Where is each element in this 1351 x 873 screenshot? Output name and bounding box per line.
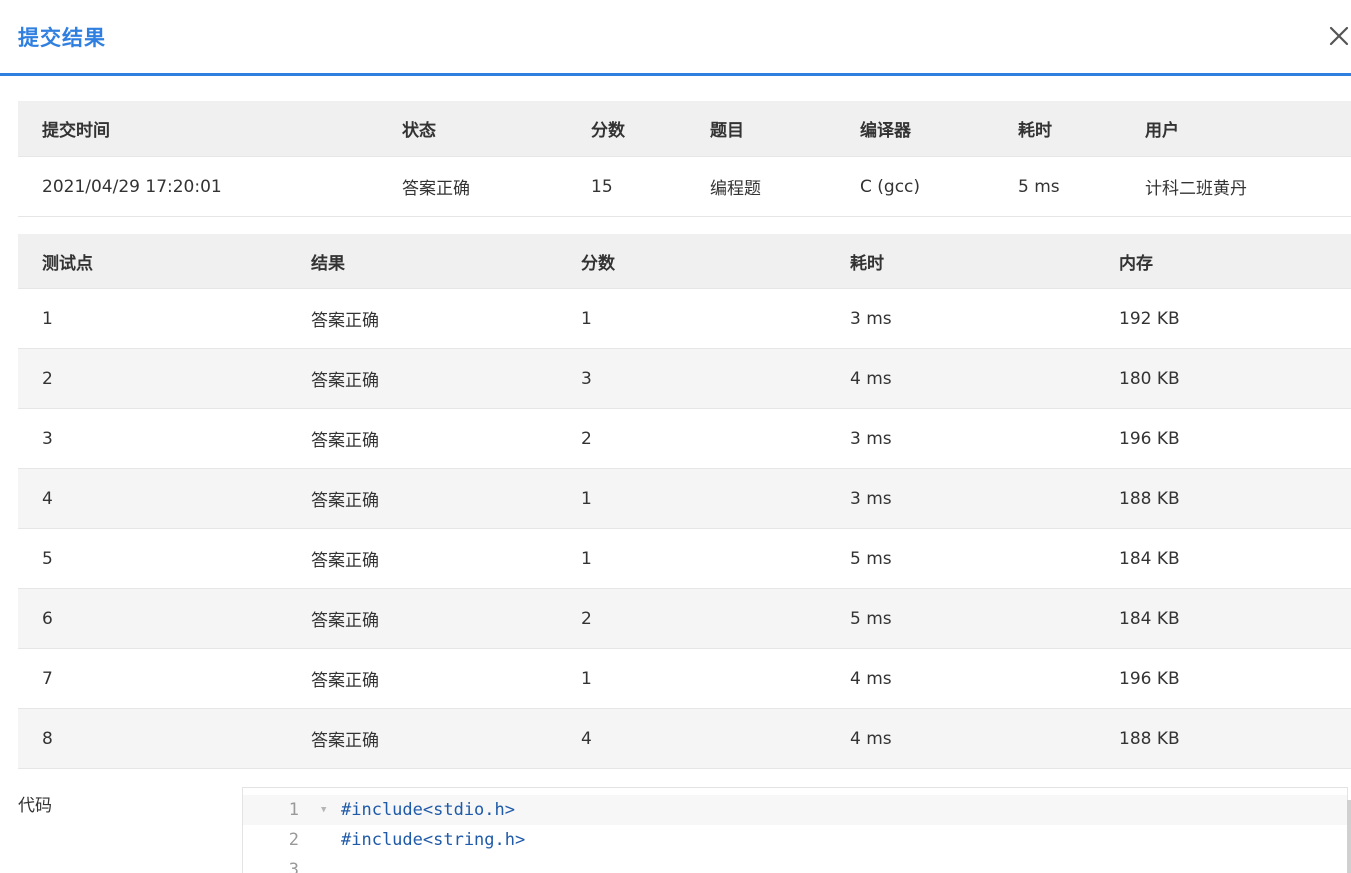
table-row: 4 答案正确 1 3 ms 188 KB <box>18 468 1351 529</box>
test-point-id: 2 <box>18 348 287 409</box>
test-time: 4 ms <box>826 648 1095 709</box>
test-result: 答案正确 <box>287 648 557 709</box>
test-score: 1 <box>557 468 826 529</box>
test-case-table: 测试点 结果 分数 耗时 内存 1 答案正确 1 3 ms 192 KB 2 答… <box>18 234 1351 769</box>
summary-header-row: 提交时间 状态 分数 题目 编译器 耗时 用户 <box>18 101 1351 157</box>
test-memory: 188 KB <box>1095 468 1351 529</box>
fold-arrow-icon[interactable]: ▼ <box>321 795 326 825</box>
test-result: 答案正确 <box>287 348 557 409</box>
test-memory: 184 KB <box>1095 588 1351 649</box>
test-time: 4 ms <box>826 348 1095 409</box>
table-row: 2 答案正确 3 4 ms 180 KB <box>18 348 1351 409</box>
test-result: 答案正确 <box>287 288 557 349</box>
table-row: 3 答案正确 2 3 ms 196 KB <box>18 408 1351 469</box>
test-point-id: 5 <box>18 528 287 589</box>
code-label: 代码 <box>18 796 52 816</box>
table-row: 1 答案正确 1 3 ms 192 KB <box>18 288 1351 349</box>
table-row: 5 答案正确 1 5 ms 184 KB <box>18 528 1351 589</box>
col-header-problem: 题目 <box>686 101 836 157</box>
col-header-memory: 内存 <box>1095 234 1351 289</box>
test-score: 2 <box>557 408 826 469</box>
code-line[interactable]: 1 ▼ #include<stdio.h> <box>243 795 1347 825</box>
test-memory: 192 KB <box>1095 288 1351 349</box>
test-memory: 184 KB <box>1095 528 1351 589</box>
col-header-status: 状态 <box>378 101 567 157</box>
line-number: 1 <box>288 800 299 820</box>
line-number: 3 <box>288 860 299 873</box>
code-text: #include<stdio.h> <box>341 800 515 820</box>
col-header-result: 结果 <box>287 234 557 289</box>
dialog-header: 提交结果 <box>0 0 1351 76</box>
table-row: 6 答案正确 2 5 ms 184 KB <box>18 588 1351 649</box>
dialog-title: 提交结果 <box>18 26 106 50</box>
test-time: 3 ms <box>826 468 1095 529</box>
test-score: 2 <box>557 588 826 649</box>
test-score: 1 <box>557 648 826 709</box>
submission-duration: 5 ms <box>994 156 1121 217</box>
summary-row: 2021/04/29 17:20:01 答案正确 15 编程题 C (gcc) … <box>18 156 1351 217</box>
col-header-compiler: 编译器 <box>836 101 994 157</box>
submission-summary-table: 提交时间 状态 分数 题目 编译器 耗时 用户 2021/04/29 17:20… <box>18 101 1351 217</box>
test-point-id: 8 <box>18 708 287 769</box>
col-header-case-time: 耗时 <box>826 234 1095 289</box>
test-result: 答案正确 <box>287 588 557 649</box>
test-time: 3 ms <box>826 408 1095 469</box>
code-line[interactable]: 3 <box>243 855 1347 873</box>
table-row: 7 答案正确 1 4 ms 196 KB <box>18 648 1351 709</box>
cases-header-row: 测试点 结果 分数 耗时 内存 <box>18 234 1351 289</box>
test-result: 答案正确 <box>287 468 557 529</box>
test-score: 1 <box>557 528 826 589</box>
code-editor[interactable]: 1 ▼ #include<stdio.h> 2 #include<string.… <box>242 787 1348 873</box>
col-header-submit-time: 提交时间 <box>18 101 378 157</box>
compiler: C (gcc) <box>836 156 994 217</box>
test-point-id: 7 <box>18 648 287 709</box>
submission-score: 15 <box>567 156 686 217</box>
submission-status: 答案正确 <box>378 156 567 217</box>
test-result: 答案正确 <box>287 528 557 589</box>
close-button[interactable] <box>1327 24 1351 48</box>
code-line[interactable]: 2 #include<string.h> <box>243 825 1347 855</box>
test-result: 答案正确 <box>287 408 557 469</box>
test-memory: 196 KB <box>1095 648 1351 709</box>
test-time: 4 ms <box>826 708 1095 769</box>
problem-type: 编程题 <box>686 156 836 217</box>
test-time: 3 ms <box>826 288 1095 349</box>
col-header-score: 分数 <box>567 101 686 157</box>
submission-user: 计科二班黄丹 <box>1121 156 1351 217</box>
submission-result-dialog: 提交结果 提交时间 状态 分数 题目 编译器 耗时 用户 2021/04/29 … <box>0 0 1351 873</box>
test-result: 答案正确 <box>287 708 557 769</box>
close-icon <box>1329 26 1349 46</box>
test-point-id: 1 <box>18 288 287 349</box>
test-point-id: 6 <box>18 588 287 649</box>
table-row: 8 答案正确 4 4 ms 188 KB <box>18 708 1351 769</box>
test-point-id: 3 <box>18 408 287 469</box>
submit-time: 2021/04/29 17:20:01 <box>18 156 378 217</box>
test-score: 3 <box>557 348 826 409</box>
test-point-id: 4 <box>18 468 287 529</box>
test-score: 4 <box>557 708 826 769</box>
col-header-duration: 耗时 <box>994 101 1121 157</box>
test-time: 5 ms <box>826 528 1095 589</box>
col-header-case-score: 分数 <box>557 234 826 289</box>
test-memory: 188 KB <box>1095 708 1351 769</box>
col-header-test-point: 测试点 <box>18 234 287 289</box>
scrollbar-thumb[interactable] <box>1347 800 1351 873</box>
test-memory: 180 KB <box>1095 348 1351 409</box>
test-memory: 196 KB <box>1095 408 1351 469</box>
test-time: 5 ms <box>826 588 1095 649</box>
test-score: 1 <box>557 288 826 349</box>
line-number: 2 <box>288 830 299 850</box>
code-text: #include<string.h> <box>341 830 526 850</box>
col-header-user: 用户 <box>1121 101 1351 157</box>
